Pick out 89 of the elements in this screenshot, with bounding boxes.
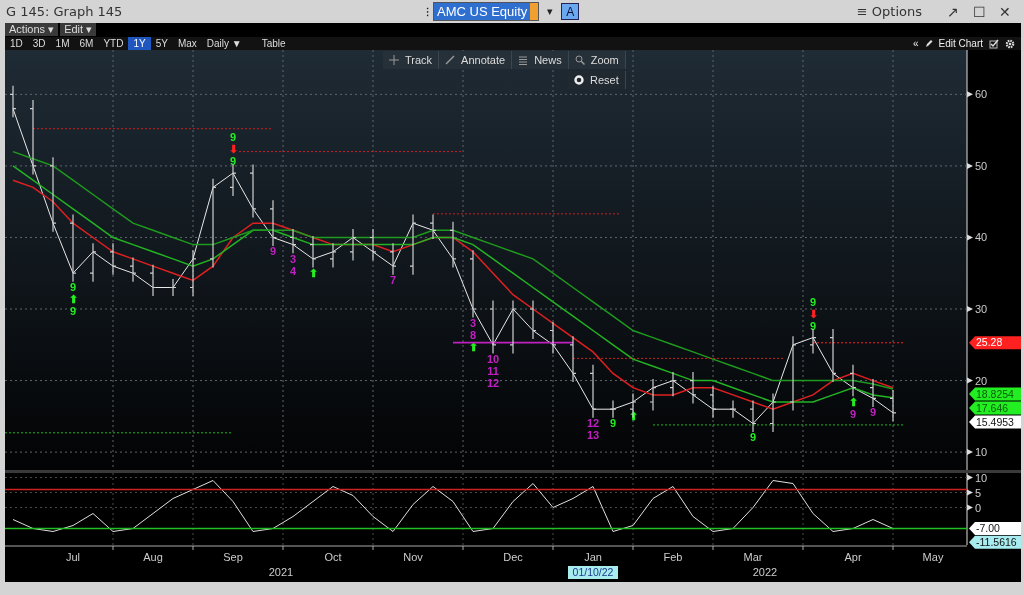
x-tick-label: Sep — [223, 551, 243, 563]
cursor-date-label: 01/10/22 — [568, 566, 618, 579]
value-tag: -11.5616 — [969, 535, 1021, 549]
checkbox-icon — [989, 38, 999, 49]
count-label: 9 — [269, 245, 277, 258]
count-label: 9 — [609, 417, 617, 430]
count-label: ⬆ — [848, 395, 858, 408]
count-label: 10 — [486, 352, 500, 365]
count-label: ⬆ — [628, 410, 638, 423]
settings-icon — [1005, 38, 1015, 49]
edit-chart-button[interactable]: Edit Chart — [938, 38, 983, 49]
range-tab[interactable]: Max — [172, 37, 202, 50]
count-label: ⬆ — [68, 293, 78, 306]
mode-button[interactable]: A — [561, 3, 580, 20]
security-field[interactable]: AMC US Equity — [434, 3, 539, 20]
popout-button[interactable]: ↗ — [940, 3, 966, 20]
count-label: ⬇ — [228, 143, 238, 156]
x-tick-label: Mar — [743, 551, 763, 563]
count-label: 12 — [586, 417, 600, 430]
y-tick-label: 60 — [975, 88, 988, 101]
y-tick-label: 10 — [975, 446, 988, 459]
x-tick-label: Jul — [65, 551, 81, 563]
count-label: 8 — [469, 329, 477, 341]
count-label: 9 — [809, 319, 817, 332]
dropdown-button[interactable]: ▾ — [547, 5, 554, 18]
y-tick-label: 0 — [975, 501, 982, 514]
pencil-icon — [445, 55, 456, 65]
maximize-button[interactable]: ☐ — [966, 3, 992, 20]
range-tab[interactable]: 1M — [50, 37, 75, 50]
collapse-button[interactable]: « — [912, 38, 919, 49]
crosshair-icon — [389, 55, 399, 65]
count-label: 7 — [389, 274, 397, 287]
window-title: G 145: Graph 145 — [6, 4, 124, 19]
menu-dots-icon[interactable]: ⁝ — [426, 3, 429, 20]
x-tick-label: Dec — [503, 551, 524, 563]
count-label: 9 — [749, 431, 757, 444]
list-icon — [518, 55, 529, 65]
x-tick-label: Jan — [584, 551, 602, 563]
options-menu[interactable]: ≡ Options — [856, 4, 922, 19]
count-label: 9 — [869, 406, 877, 419]
menu-button[interactable]: Edit ▾ — [60, 23, 97, 36]
search-icon — [574, 55, 585, 65]
y-tick-label: 30 — [975, 303, 988, 316]
value-tag: -7.00 — [969, 522, 1021, 535]
y-tick-label: 5 — [975, 486, 982, 499]
x-tick-label: Oct — [324, 551, 342, 563]
count-label: 9 — [809, 295, 817, 308]
close-button[interactable]: ✕ — [992, 3, 1018, 20]
x-tick-label: Aug — [143, 551, 163, 563]
count-label: 11 — [487, 364, 499, 377]
count-label: 13 — [586, 429, 600, 442]
table-button[interactable]: Table — [255, 38, 292, 49]
range-tab[interactable]: 1D — [5, 37, 28, 50]
value-tag: 25.28 — [969, 336, 1021, 350]
count-label: 9 — [229, 131, 237, 144]
range-tab[interactable]: 5Y — [150, 37, 173, 50]
value-tag: 18.8254 — [969, 387, 1021, 401]
y-tick-label: 10 — [975, 471, 988, 484]
count-label: 9 — [229, 155, 237, 168]
pencil-icon — [924, 39, 933, 48]
y-tick-label: 50 — [975, 159, 988, 172]
count-label: 3 — [289, 252, 297, 265]
year-label: 2021 — [268, 566, 294, 578]
count-label: ⬇ — [808, 307, 818, 320]
count-label: 12 — [486, 376, 500, 389]
x-tick-label: May — [922, 551, 944, 563]
count-label: 9 — [849, 407, 857, 420]
count-label: ⬆ — [468, 341, 478, 353]
x-tick-label: Feb — [663, 551, 683, 563]
x-tick-label: Apr — [844, 551, 862, 563]
reset-button[interactable]: Reset — [568, 71, 626, 89]
x-tick-label: Nov — [403, 551, 424, 563]
count-label: 9 — [69, 305, 77, 318]
count-label: 3 — [469, 317, 477, 329]
menu-button[interactable]: Actions ▾ — [5, 23, 59, 36]
frequency-dropdown[interactable]: Daily ▼ — [201, 38, 256, 49]
range-tab[interactable]: 1Y — [128, 37, 151, 50]
year-label: 2022 — [752, 566, 778, 578]
reset-icon — [574, 75, 585, 85]
value-tag: 17.646 — [969, 401, 1021, 415]
value-tag: 15.4953 — [969, 415, 1021, 429]
range-tab[interactable]: YTD — [98, 37, 129, 50]
count-label: ⬆ — [308, 266, 318, 279]
count-label: 9 — [69, 281, 77, 294]
range-tab[interactable]: 6M — [74, 37, 99, 50]
y-tick-label: 40 — [975, 231, 988, 244]
range-tab[interactable]: 3D — [27, 37, 51, 50]
count-label: 4 — [289, 264, 297, 277]
y-tick-label: 20 — [975, 374, 988, 387]
